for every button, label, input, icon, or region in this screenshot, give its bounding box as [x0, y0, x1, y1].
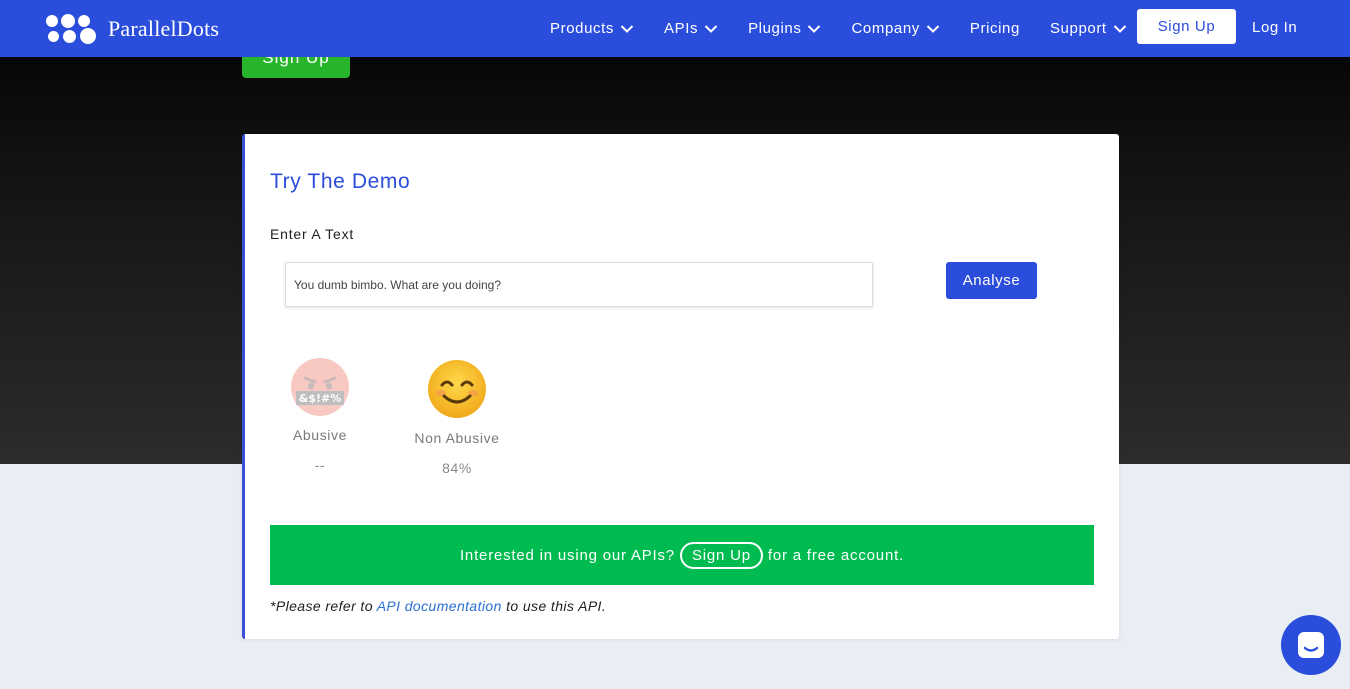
- banner-text-after: for a free account.: [767, 546, 905, 564]
- result-non-abusive-label: Non Abusive: [414, 430, 500, 446]
- nav-signup-button[interactable]: Sign Up: [1137, 9, 1236, 44]
- result-non-abusive: Non Abusive 84%: [407, 358, 507, 476]
- chat-icon: [1298, 632, 1324, 658]
- logo[interactable]: ParallelDots: [46, 14, 219, 44]
- banner-signup-button[interactable]: Sign Up: [679, 541, 763, 569]
- result-abusive-value: --: [314, 457, 326, 473]
- nav-item-apis[interactable]: APIs: [664, 20, 718, 37]
- chevron-down-icon: [1113, 24, 1126, 33]
- nav-menu: Products APIs Plugins Company Pricing Su…: [550, 0, 1157, 57]
- chevron-down-icon: [926, 24, 940, 33]
- smiling-face-icon: [428, 360, 486, 418]
- demo-card: Try The Demo Enter A Text Analyse &$!#% …: [242, 134, 1119, 639]
- chevron-down-icon: [704, 24, 718, 33]
- api-documentation-link[interactable]: API documentation: [377, 598, 502, 614]
- chevron-down-icon: [620, 24, 634, 33]
- result-abusive: &$!#% Abusive --: [285, 356, 355, 473]
- svg-text:&$!#%: &$!#%: [299, 392, 342, 405]
- note-text-before: *Please refer to: [270, 598, 373, 614]
- top-navbar: ParallelDots Products APIs Plugins Compa…: [0, 0, 1350, 57]
- nav-login-link[interactable]: Log In: [1252, 19, 1297, 36]
- chevron-down-icon: [808, 24, 821, 33]
- brand-name: ParallelDots: [108, 16, 220, 41]
- nav-item-products[interactable]: Products: [550, 20, 634, 37]
- logo-dots-icon: [46, 14, 98, 44]
- analyse-button[interactable]: Analyse: [946, 262, 1037, 299]
- note-text-after: to use this API.: [506, 598, 607, 614]
- result-non-abusive-value: 84%: [442, 460, 472, 476]
- result-abusive-label: Abusive: [292, 427, 347, 443]
- nav-item-support[interactable]: Support: [1050, 20, 1127, 37]
- nav-item-plugins[interactable]: Plugins: [748, 20, 821, 37]
- banner-text-before: Interested in using our APIs?: [459, 546, 675, 564]
- api-note: *Please refer to API documentation to us…: [270, 598, 606, 614]
- input-label: Enter A Text: [270, 226, 355, 242]
- signup-banner: Interested in using our APIs? Sign Up fo…: [270, 525, 1094, 585]
- nav-item-pricing[interactable]: Pricing: [970, 20, 1020, 37]
- text-input[interactable]: [285, 262, 873, 307]
- angry-swearing-face-icon: &$!#%: [291, 358, 349, 416]
- chat-launcher-button[interactable]: [1281, 615, 1341, 675]
- nav-item-company[interactable]: Company: [851, 20, 940, 37]
- demo-title: Try The Demo: [270, 170, 411, 193]
